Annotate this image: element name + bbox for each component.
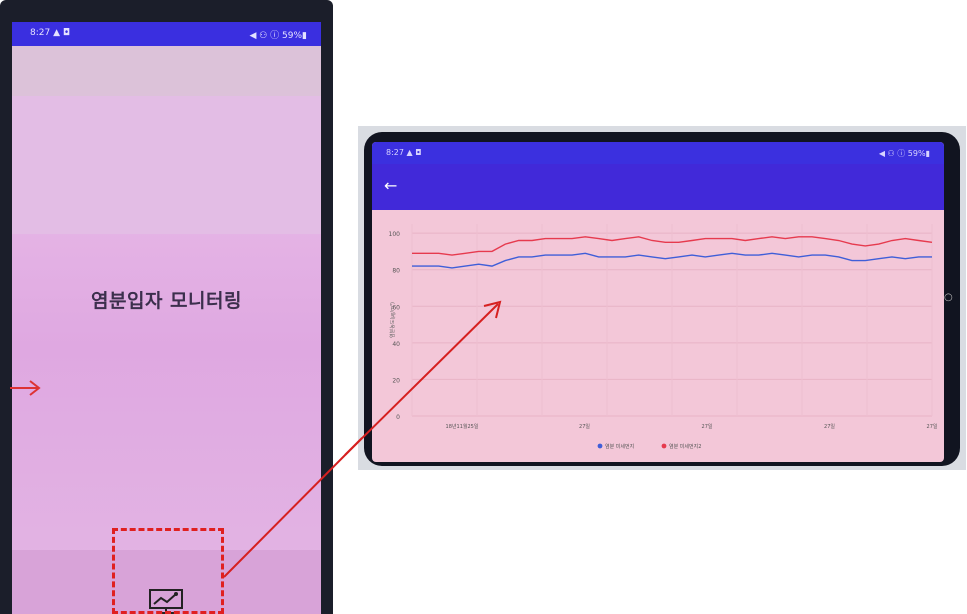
x-tick-label: 27일: [702, 423, 713, 430]
left-phone: 8:27 ▲ ◘ ◀ ⚇ ⓘ 59%▮ 염분입자 모니터링: [0, 0, 333, 614]
x-tick-label: 27일: [824, 423, 835, 430]
left-status-indicators: ◀ ⚇ ⓘ 59%▮: [249, 31, 307, 41]
y-tick-label: 20: [392, 377, 400, 384]
salt-concentration-chart: 020406080100염분농도(㎍/m³)18년11월25일 27일 27일 27일…: [389, 224, 938, 450]
legend-label-0: 염분 미세먼지: [605, 443, 634, 450]
right-phone-screen: 8:27 ▲ ◘ ◀ ⚇ ⓘ 59%▮ ← 0 20 40 60 80 100 염분농도(㎍…: [372, 142, 944, 462]
legend-label-1: 염분 미세먼지2: [669, 443, 701, 450]
left-phone-screen: 8:27 ▲ ◘ ◀ ⚇ ⓘ 59%▮ 염분입자 모니터링: [12, 22, 321, 614]
chart-area: 0 20 40 60 80 100 염분농도(㎍/m³) 18년11월25일 27일 27일 27일…: [372, 210, 944, 462]
y-tick-label: 0: [396, 414, 400, 421]
right-phone-frame: 8:27 ▲ ◘ ◀ ⚇ ⓘ 59%▮ ← 0 20 40 60 80 100 염분농도(㎍…: [358, 126, 966, 470]
right-app-bar: ←: [372, 164, 944, 210]
arrow-right-icon: [10, 380, 41, 396]
left-status-time: 8:27 ▲ ◘: [30, 28, 70, 38]
right-status-bar: 8:27 ▲ ◘ ◀ ⚇ ⓘ 59%▮: [372, 142, 944, 164]
left-status-bar: 8:27 ▲ ◘ ◀ ⚇ ⓘ 59%▮: [12, 22, 321, 46]
y-tick-label: 100: [389, 231, 401, 238]
x-tick-label: 27일: [927, 423, 938, 430]
legend-marker-1: [661, 443, 667, 449]
right-status-time: 8:27 ▲ ◘: [386, 148, 422, 157]
page-title: 염분입자 모니터링: [91, 290, 242, 312]
x-tick-label: 18년11월25일: [446, 423, 479, 430]
y-tick-label: 80: [392, 268, 400, 275]
y-axis-label: 염분농도(㎍/m³): [389, 302, 397, 338]
right-side-buttons: ○: [944, 142, 958, 462]
back-arrow-icon[interactable]: ←: [384, 176, 397, 195]
home-button-icon[interactable]: ○: [944, 292, 956, 304]
right-phone: 8:27 ▲ ◘ ◀ ⚇ ⓘ 59%▮ ← 0 20 40 60 80 100 염분농도(㎍…: [364, 132, 960, 466]
right-status-indicators: ◀ ⚇ ⓘ 59%▮: [878, 149, 930, 158]
y-tick-label: 40: [392, 341, 400, 348]
highlight-box: [112, 528, 224, 614]
left-app-bar: [12, 46, 321, 96]
legend-marker-0: [597, 443, 603, 449]
left-header-band: [12, 96, 321, 234]
x-tick-label: 27일: [579, 423, 590, 430]
